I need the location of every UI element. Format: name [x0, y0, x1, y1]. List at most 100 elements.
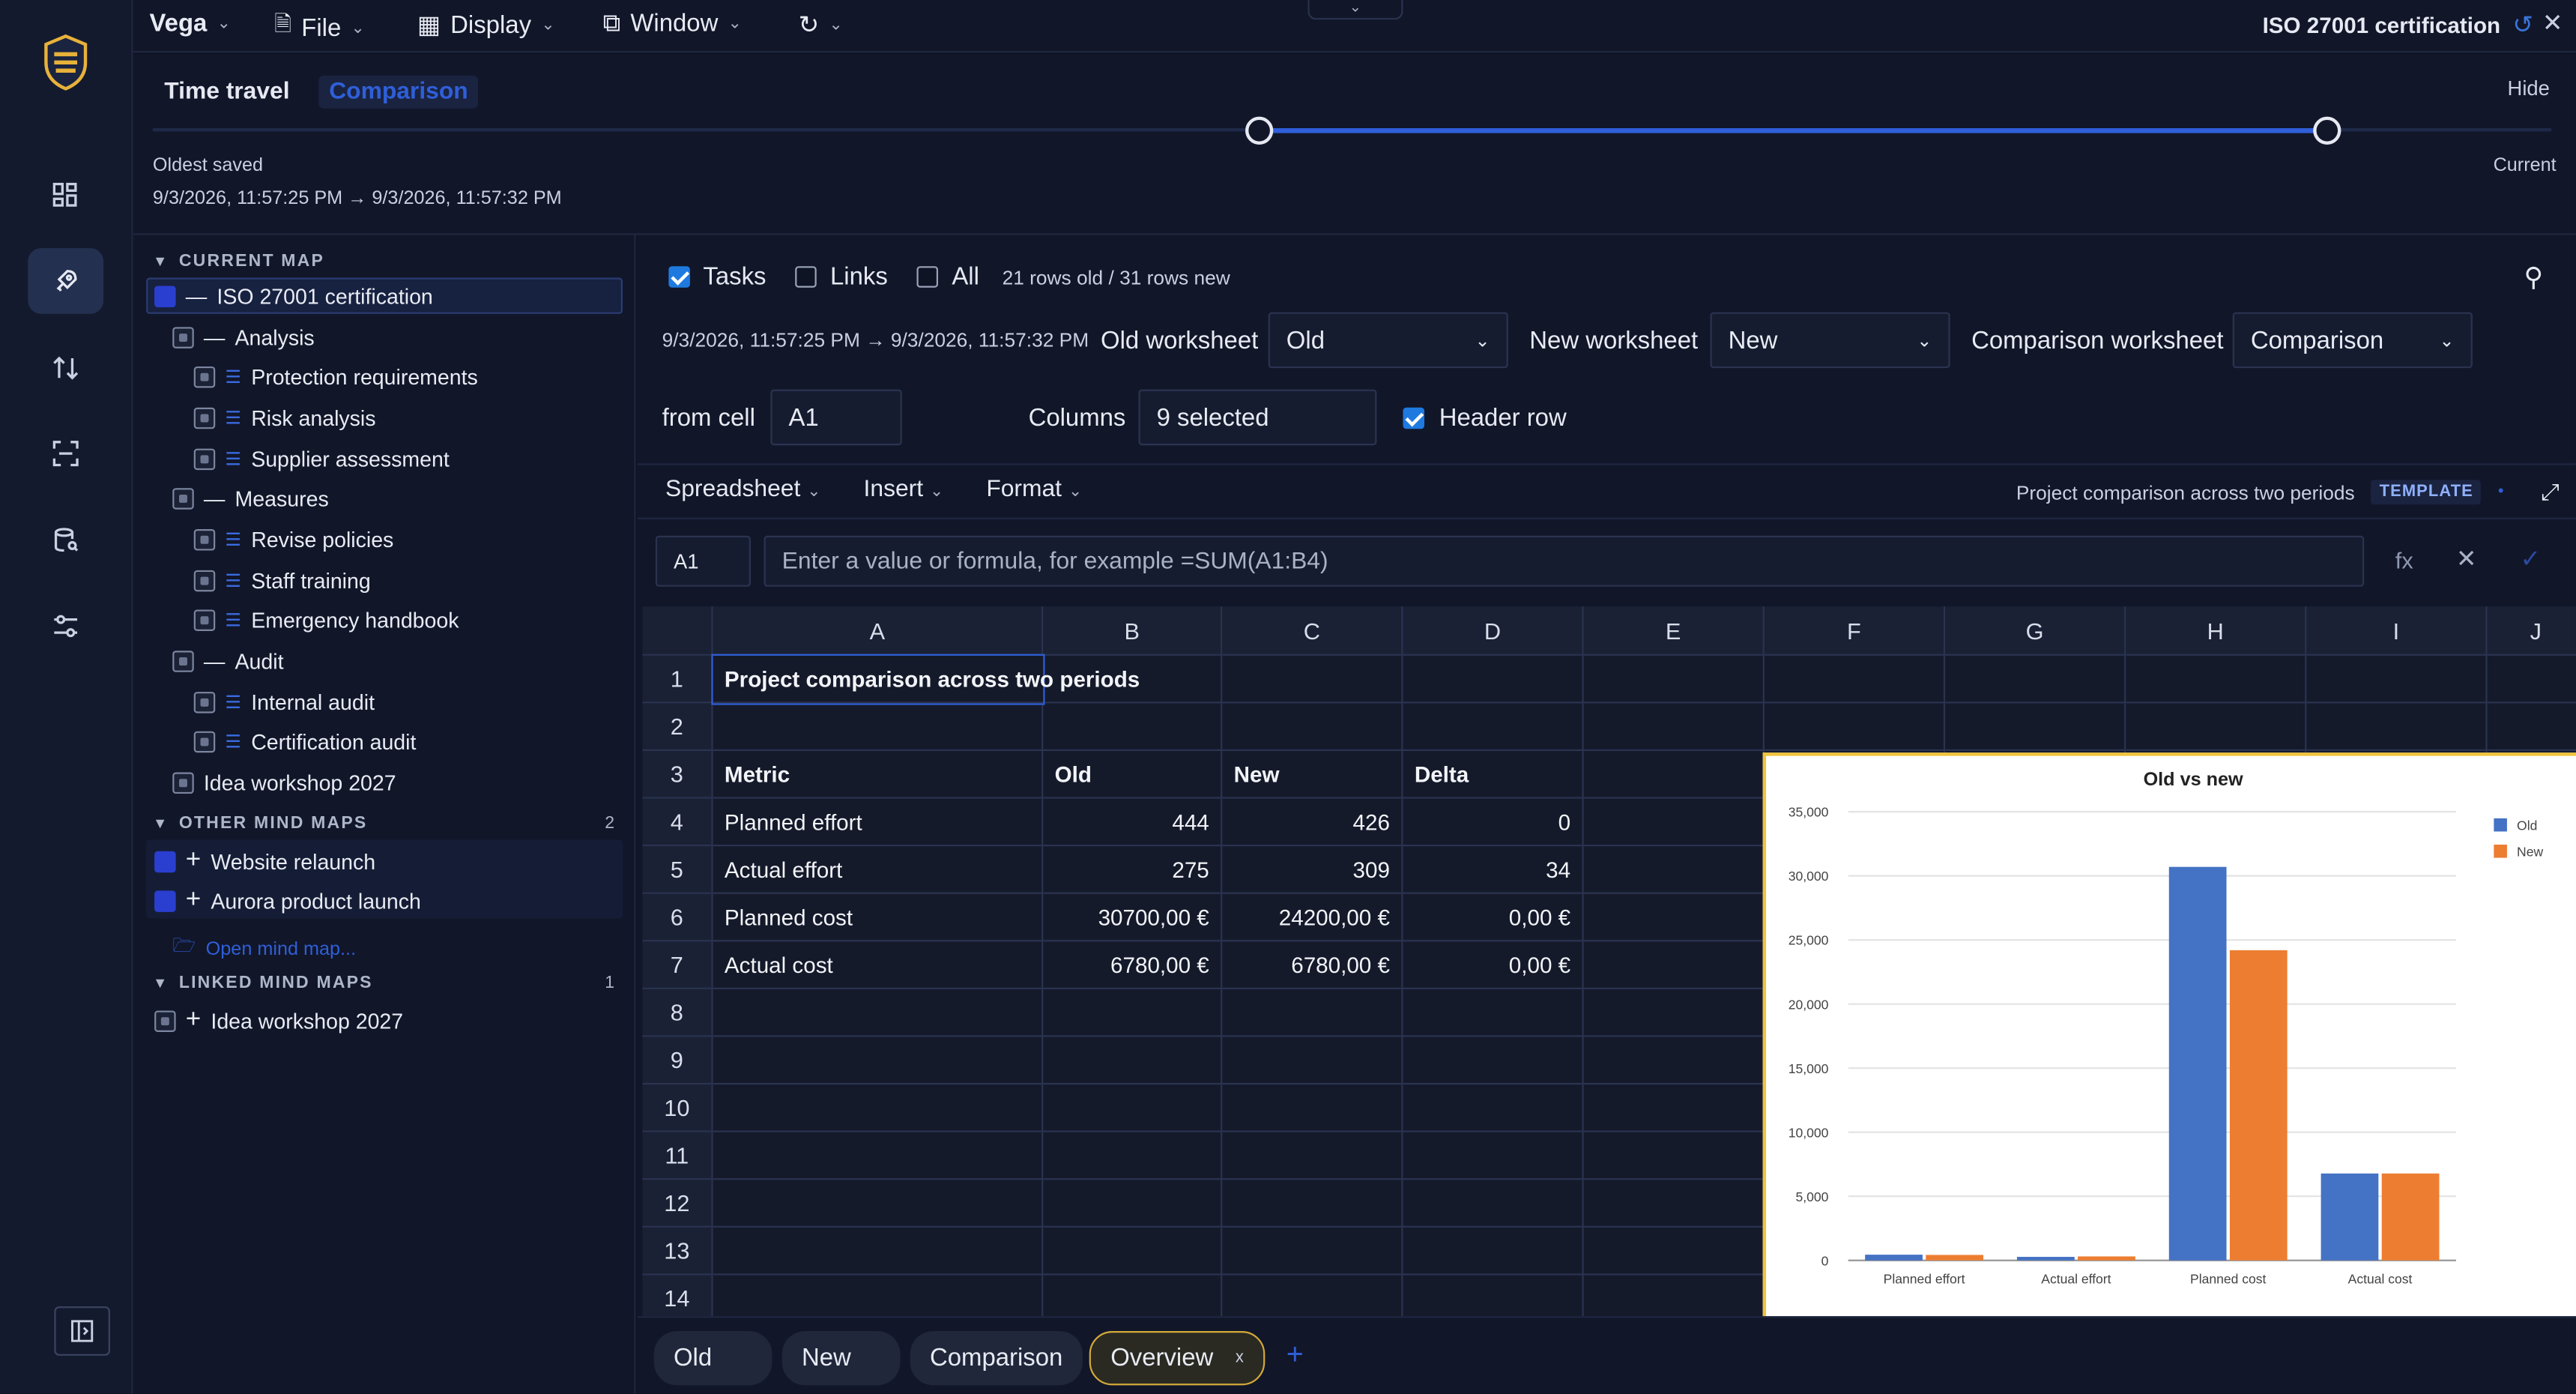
collapse-toggle[interactable]: ⌄ [1307, 0, 1403, 20]
tree-item[interactable]: — Analysis [172, 325, 315, 350]
table-cell[interactable] [1043, 1275, 1223, 1317]
search-icon[interactable]: ⚲ [2524, 262, 2543, 295]
table-cell[interactable] [713, 1132, 1044, 1180]
checkbox[interactable] [193, 529, 216, 551]
sliders-icon[interactable] [28, 594, 103, 660]
table-cell[interactable]: 24200,00 € [1222, 893, 1403, 942]
tree-item[interactable]: ☰ Staff training [193, 569, 371, 594]
hide-button[interactable]: Hide [2508, 77, 2550, 100]
row-header[interactable]: 1 [642, 655, 713, 704]
checkbox[interactable] [172, 772, 194, 794]
tree-item[interactable]: ☰ Revise policies [193, 528, 393, 552]
row-header[interactable]: 9 [642, 1037, 713, 1085]
table-cell[interactable] [1043, 1180, 1223, 1228]
table-cell[interactable]: Actual effort [713, 846, 1044, 894]
table-cell[interactable] [1043, 989, 1223, 1037]
header-cell[interactable]: Delta [1403, 751, 1584, 799]
checkbox[interactable] [193, 692, 216, 713]
checkbox[interactable] [172, 488, 194, 510]
table-cell[interactable] [713, 1180, 1044, 1228]
column-header[interactable]: A [713, 606, 1044, 656]
table-cell[interactable] [1043, 1132, 1223, 1180]
table-cell[interactable] [1583, 893, 1765, 942]
column-header[interactable]: J [2487, 606, 2576, 656]
tree-item[interactable]: — ISO 27001 certification [154, 284, 433, 309]
sheet-tab-comparison[interactable]: Comparison [910, 1331, 1083, 1386]
row-header[interactable]: 6 [642, 893, 713, 942]
sheet-tab-overview[interactable]: Overview x [1089, 1331, 1266, 1386]
table-cell[interactable] [1583, 989, 1765, 1037]
table-cell[interactable]: 6780,00 € [1043, 941, 1223, 989]
sidebar-toggle-icon[interactable] [54, 1306, 110, 1356]
row-header[interactable]: 4 [642, 798, 713, 847]
add-sheet-button[interactable]: + [1287, 1338, 1304, 1372]
column-header[interactable]: F [1764, 606, 1946, 656]
checkbox[interactable] [193, 366, 216, 388]
tree-item[interactable]: Idea workshop 2027 [172, 770, 396, 795]
table-cell[interactable] [713, 1084, 1044, 1132]
table-cell[interactable] [713, 989, 1044, 1037]
tasks-checkbox[interactable] [668, 266, 690, 288]
checkbox[interactable] [154, 1010, 176, 1031]
checkbox[interactable] [193, 407, 216, 429]
app-menu[interactable]: Vega ⌄ [150, 10, 231, 37]
table-cell[interactable] [1222, 1227, 1403, 1276]
checkbox[interactable] [154, 850, 176, 872]
checkbox[interactable] [154, 286, 176, 308]
table-cell[interactable] [1583, 1180, 1765, 1228]
column-header[interactable]: D [1403, 606, 1584, 656]
corner-cell[interactable] [642, 606, 713, 656]
scan-icon[interactable] [28, 420, 103, 486]
table-cell[interactable] [1583, 1132, 1765, 1180]
checkbox[interactable] [193, 570, 216, 592]
expand-icon[interactable]: ⤢ [2542, 478, 2560, 506]
table-cell[interactable] [1583, 751, 1765, 799]
chart-container[interactable]: Old vs new 0 5,000 10,000 15,000 20,000 25,000… [1762, 752, 2576, 1317]
checkbox[interactable] [172, 651, 194, 672]
table-cell[interactable] [1222, 1275, 1403, 1317]
table-cell[interactable] [1403, 655, 1584, 704]
table-cell[interactable]: 34 [1403, 846, 1584, 894]
sheet-tab-new[interactable]: New [781, 1331, 901, 1386]
table-cell[interactable]: 30700,00 € [1043, 893, 1223, 942]
table-cell[interactable] [2126, 655, 2307, 704]
confirm-icon[interactable]: ✓ [2520, 544, 2541, 573]
row-header[interactable]: 11 [642, 1132, 713, 1180]
links-checkbox[interactable] [795, 266, 817, 288]
checkbox[interactable] [193, 448, 216, 471]
header-cell[interactable]: Old [1043, 751, 1223, 799]
fx-button[interactable]: fx [2395, 547, 2413, 573]
table-cell[interactable]: 309 [1222, 846, 1403, 894]
database-search-icon[interactable] [28, 508, 103, 574]
table-cell[interactable] [2487, 703, 2576, 752]
table-cell[interactable] [1222, 1180, 1403, 1228]
tree-item[interactable]: ☰ Supplier assessment [193, 447, 450, 471]
table-cell[interactable] [1403, 1037, 1584, 1085]
table-cell[interactable] [1764, 703, 1946, 752]
table-cell[interactable] [1583, 1227, 1765, 1276]
close-icon[interactable]: ✕ [2542, 8, 2563, 37]
table-cell[interactable] [1043, 1037, 1223, 1085]
table-cell[interactable] [713, 703, 1044, 752]
spreadsheet-menu[interactable]: Spreadsheet ⌄ [665, 477, 821, 503]
table-cell[interactable] [1403, 1180, 1584, 1228]
table-cell[interactable] [1583, 798, 1765, 847]
tab-time-travel[interactable]: Time travel [151, 79, 303, 105]
row-header[interactable]: 3 [642, 751, 713, 799]
column-header[interactable]: G [1945, 606, 2126, 656]
sheet-tab-old[interactable]: Old [653, 1331, 773, 1386]
table-cell[interactable] [1222, 1084, 1403, 1132]
tree-item[interactable]: — Measures [172, 486, 329, 511]
tree-item[interactable]: + Idea workshop 2027 [154, 1006, 403, 1035]
row-header[interactable]: 13 [642, 1227, 713, 1276]
table-cell[interactable] [1403, 1275, 1584, 1317]
header-cell[interactable]: Metric [713, 751, 1044, 799]
new-worksheet-select[interactable]: New ⌄ [1710, 312, 1950, 369]
table-cell[interactable] [1583, 1037, 1765, 1085]
table-cell[interactable] [1583, 846, 1765, 894]
table-cell[interactable]: 275 [1043, 846, 1223, 894]
row-header[interactable]: 2 [642, 703, 713, 752]
table-cell[interactable] [2487, 656, 2576, 704]
column-header[interactable]: I [2306, 606, 2488, 656]
table-cell[interactable] [1403, 1132, 1584, 1180]
